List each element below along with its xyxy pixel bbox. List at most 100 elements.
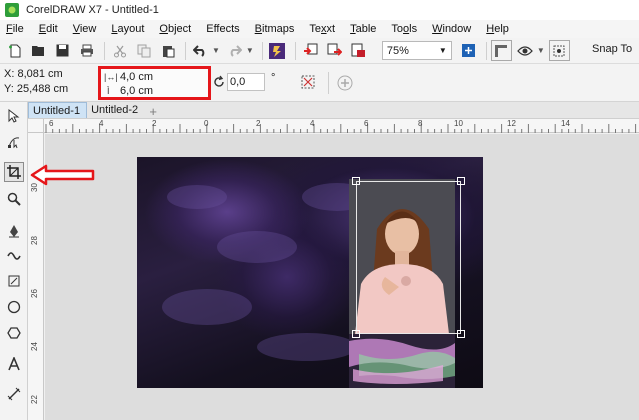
chevron-down-icon: ▼ [438,46,447,55]
menu-tools[interactable]: Tools [391,23,417,35]
content-exchange-icon [269,42,286,59]
toolbar-separator [294,41,296,60]
ruler-label: 6 [364,119,369,128]
ruler-origin[interactable] [28,119,44,133]
show-rulers-button[interactable] [490,40,512,61]
full-screen-preview-button[interactable] [458,40,479,61]
new-document-button[interactable] [4,40,25,61]
view-mode-dropdown-icon[interactable]: ▼ [537,46,545,55]
crop-selection-frame[interactable] [352,177,465,338]
zoom-tool[interactable] [4,189,24,209]
undo-button[interactable] [190,40,211,61]
x-position-field[interactable]: X: 8,081 cm [4,68,63,80]
size-highlight-box: |↔| 4,0 cm Ì 6,0 cm [98,66,211,100]
view-mode-button[interactable] [515,40,536,61]
crop-handle-bottom-left[interactable] [352,330,360,338]
coreldraw-logo-icon [4,2,20,18]
zoom-level-select[interactable]: 75% ▼ [381,41,452,60]
snap-magnet-icon [553,45,565,56]
crop-tool[interactable] [4,162,24,182]
height-field[interactable]: Ì 6,0 cm [104,84,198,97]
menu-edit[interactable]: Edit [39,23,58,35]
ruler-label: 0 [204,119,209,128]
add-tab-icon[interactable]: + [146,104,160,119]
paste-icon [162,45,174,57]
polygon-tool[interactable] [4,323,24,343]
print-button[interactable] [76,40,97,61]
background-photo[interactable] [137,157,483,388]
pdf-icon [351,43,365,57]
export-button[interactable] [324,40,345,61]
text-a-icon [8,357,20,371]
menu-help[interactable]: Help [486,23,509,35]
crop-icon [7,165,21,179]
ruler-label: 14 [561,119,570,128]
add-preset-icon[interactable] [337,75,353,91]
red-arrow-annotation [30,164,95,186]
paste-button[interactable] [157,40,178,61]
publish-pdf-button[interactable] [348,40,369,61]
snap-to-label[interactable]: Snap To [592,43,632,55]
horizontal-ruler[interactable]: 6 4 2 0 2 4 6 8 10 12 14 [44,119,639,133]
text-tool[interactable] [4,354,24,374]
dimension-tool[interactable] [4,384,24,404]
title-bar: CorelDRAW X7 - Untitled-1 [0,0,639,20]
menu-view[interactable]: View [73,23,97,35]
curve-icon [7,252,21,260]
undo-dropdown-icon[interactable]: ▼ [212,46,220,55]
menu-table[interactable]: Table [350,23,376,35]
ellipse-tool[interactable] [4,297,24,317]
zoom-level-value: 75% [386,44,409,57]
eye-icon [517,45,534,56]
toolbox [0,102,28,420]
drawing-canvas[interactable] [45,134,639,420]
menu-window[interactable]: Window [432,23,471,35]
width-field[interactable]: |↔| 4,0 cm [104,70,198,83]
pick-tool[interactable] [4,106,24,126]
clear-crop-icon[interactable] [299,73,317,91]
crop-handle-top-left[interactable] [352,177,360,185]
menu-object[interactable]: Object [159,23,191,35]
save-button[interactable] [52,40,73,61]
open-folder-icon [32,46,44,56]
print-icon [80,44,93,57]
crop-handle-top-right[interactable] [457,177,465,185]
shape-tool[interactable] [4,132,24,152]
redo-dropdown-icon[interactable]: ▼ [246,46,254,55]
propbar-separator [328,72,329,94]
smart-drawing-tool[interactable] [4,245,24,265]
width-value: 4,0 cm [120,70,154,83]
ruler-label: 26 [29,289,39,298]
menu-text[interactable]: Texxt [309,23,335,35]
y-value: 25,488 cm [16,83,69,95]
menu-effects[interactable]: Effects [206,23,239,35]
crop-handle-bottom-right[interactable] [457,330,465,338]
toolbar-separator [185,41,186,60]
y-label: Y: [4,83,14,95]
copy-icon [137,44,150,57]
tab-untitled-2[interactable]: Untitled-2 [87,102,144,118]
artistic-media-tool[interactable] [4,271,24,291]
copy-button[interactable] [133,40,154,61]
rotation-angle-input[interactable]: 0,0 [227,73,265,91]
tab-untitled-1[interactable]: Untitled-1 [28,102,88,118]
search-content-button[interactable] [267,40,288,61]
redo-button[interactable] [224,40,245,61]
menu-file[interactable]: File [6,23,24,35]
snap-toggle-button[interactable] [548,40,570,61]
import-button[interactable] [300,40,321,61]
y-position-field[interactable]: Y: 25,488 cm [4,83,68,95]
open-button[interactable] [28,40,49,61]
menu-layout[interactable]: Layout [111,23,144,35]
height-value: 6,0 cm [120,84,154,97]
ruler-label: 4 [310,119,315,128]
magnifier-icon [7,192,21,206]
width-arrows-icon: |↔| [104,71,118,82]
ruler-label: 4 [99,119,104,128]
ruler-label: 22 [29,395,39,404]
scissors-icon [113,45,126,57]
menu-bitmaps[interactable]: Bitmaps [255,23,295,35]
cut-button[interactable] [109,40,130,61]
menu-bar: File Edit View Layout Object Effects Bit… [0,20,639,38]
freehand-tool[interactable] [4,221,24,241]
